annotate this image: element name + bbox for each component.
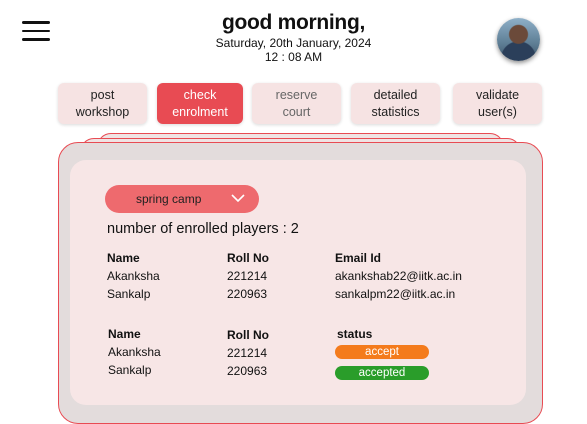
camp-dropdown-value: spring camp: [136, 192, 202, 206]
table2-row2-name: Sankalp: [108, 363, 152, 377]
enrolled-count-separator: :: [278, 221, 291, 237]
table1-row1-name: Akanksha: [107, 269, 160, 283]
table2-header-name: Name: [108, 327, 141, 341]
post-workshop-button[interactable]: post workshop: [58, 83, 147, 124]
validate-users-button[interactable]: validate user(s): [453, 83, 542, 124]
reserve-court-label-line1: reserve: [275, 87, 318, 102]
table1-row2-roll: 220963: [227, 287, 268, 301]
current-time: 12 : 08 AM: [264, 50, 323, 64]
validate-users-label-line1: validate: [475, 87, 520, 102]
accepted-status-badge: accepted: [335, 366, 429, 380]
post-workshop-label-line2: workshop: [75, 104, 130, 119]
table2-header-roll: Roll No: [227, 328, 269, 342]
check-enrolment-label-line2: enrolment: [172, 104, 228, 119]
table2-row1-name: Akanksha: [108, 345, 161, 359]
table2-row1-roll: 221214: [227, 346, 268, 360]
post-workshop-label-line1: post: [90, 87, 115, 102]
check-enrolment-label-line1: check: [183, 87, 217, 102]
detailed-statistics-label-line2: statistics: [371, 104, 420, 119]
check-enrolment-button[interactable]: check enrolment: [157, 83, 243, 124]
table1-row2-email: sankalpm22@iitk.ac.in: [335, 287, 456, 301]
enrolled-count-value: 2: [290, 221, 299, 237]
enrolled-count-label: number of enrolled players: [107, 221, 279, 237]
reserve-court-button[interactable]: reserve court: [252, 83, 341, 124]
validate-users-label-line2: user(s): [478, 104, 517, 119]
chevron-down-icon: [231, 194, 245, 203]
table1-header-email: Email Id: [335, 251, 382, 265]
enrolled-count: number of enrolled players : 2: [107, 221, 299, 237]
accept-button[interactable]: accept: [335, 345, 429, 359]
reserve-court-label-line2: court: [282, 104, 311, 119]
detailed-statistics-label-line1: detailed: [373, 87, 418, 102]
table2-header-status: status: [337, 327, 373, 341]
camp-dropdown[interactable]: spring camp: [105, 185, 259, 213]
table2-row2-roll: 220963: [227, 364, 268, 378]
table1-header-name: Name: [107, 251, 140, 265]
table1-row1-email: akankshab22@iitk.ac.in: [335, 269, 462, 283]
table1-row1-roll: 221214: [227, 269, 268, 283]
detailed-statistics-button[interactable]: detailed statistics: [351, 83, 440, 124]
table1-header-roll: Roll No: [227, 251, 269, 265]
table1-row2-name: Sankalp: [107, 287, 151, 301]
avatar[interactable]: [497, 18, 540, 61]
